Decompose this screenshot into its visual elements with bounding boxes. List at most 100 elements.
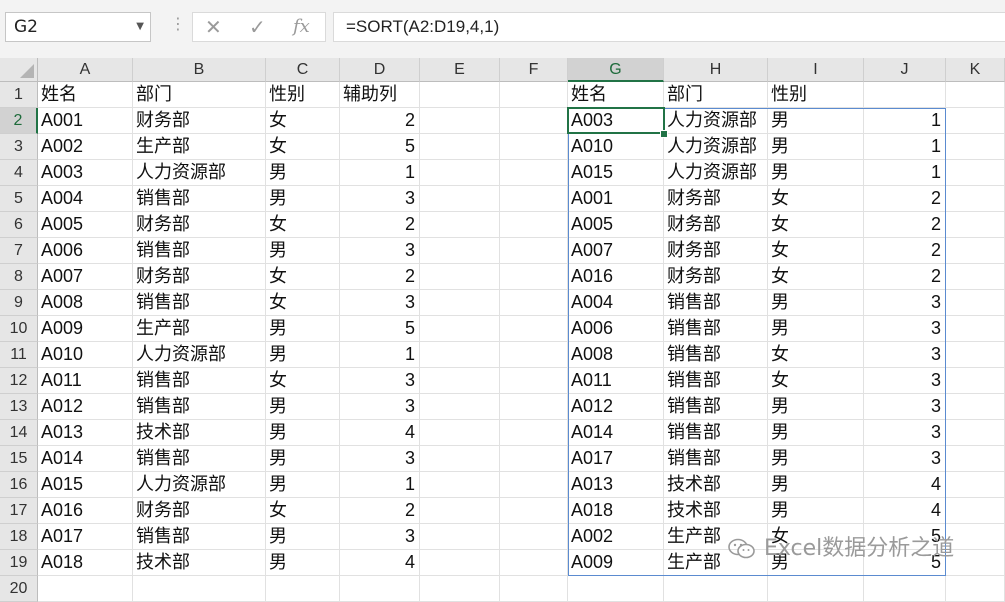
cell-c14[interactable]: 男	[266, 420, 340, 446]
cell-j11[interactable]: 3	[864, 342, 946, 368]
cell-f20[interactable]	[500, 576, 568, 602]
row-header-14[interactable]: 14	[0, 420, 38, 446]
cell-i8[interactable]: 女	[768, 264, 864, 290]
cell-d2[interactable]: 2	[340, 108, 420, 134]
cell-h3[interactable]: 人力资源部	[664, 134, 768, 160]
cell-g13[interactable]: A012	[568, 394, 664, 420]
cell-e2[interactable]	[420, 108, 500, 134]
cell-d3[interactable]: 5	[340, 134, 420, 160]
cell-g10[interactable]: A006	[568, 316, 664, 342]
cell-k8[interactable]	[946, 264, 1005, 290]
cell-h20[interactable]	[664, 576, 768, 602]
cell-a12[interactable]: A011	[38, 368, 133, 394]
cell-i17[interactable]: 男	[768, 498, 864, 524]
cell-f10[interactable]	[500, 316, 568, 342]
cell-i14[interactable]: 男	[768, 420, 864, 446]
cell-k16[interactable]	[946, 472, 1005, 498]
cell-g16[interactable]: A013	[568, 472, 664, 498]
chevron-down-icon[interactable]: ▼	[136, 13, 144, 41]
cell-k3[interactable]	[946, 134, 1005, 160]
cancel-icon[interactable]: ✕	[205, 15, 222, 39]
cell-e1[interactable]	[420, 82, 500, 108]
cell-i5[interactable]: 女	[768, 186, 864, 212]
cell-g17[interactable]: A018	[568, 498, 664, 524]
cell-j5[interactable]: 2	[864, 186, 946, 212]
cell-a2[interactable]: A001	[38, 108, 133, 134]
cell-e6[interactable]	[420, 212, 500, 238]
cell-a19[interactable]: A018	[38, 550, 133, 576]
cell-c12[interactable]: 女	[266, 368, 340, 394]
cell-d20[interactable]	[340, 576, 420, 602]
cell-f15[interactable]	[500, 446, 568, 472]
cell-f18[interactable]	[500, 524, 568, 550]
cell-k9[interactable]	[946, 290, 1005, 316]
column-header-f[interactable]: F	[500, 58, 568, 82]
cell-j7[interactable]: 2	[864, 238, 946, 264]
cell-h16[interactable]: 技术部	[664, 472, 768, 498]
cell-b11[interactable]: 人力资源部	[133, 342, 266, 368]
row-header-8[interactable]: 8	[0, 264, 38, 290]
cell-f5[interactable]	[500, 186, 568, 212]
cell-f3[interactable]	[500, 134, 568, 160]
cell-j8[interactable]: 2	[864, 264, 946, 290]
cell-c19[interactable]: 男	[266, 550, 340, 576]
cell-g8[interactable]: A016	[568, 264, 664, 290]
cell-a10[interactable]: A009	[38, 316, 133, 342]
cell-h6[interactable]: 财务部	[664, 212, 768, 238]
cell-a3[interactable]: A002	[38, 134, 133, 160]
cell-e3[interactable]	[420, 134, 500, 160]
cell-k18[interactable]	[946, 524, 1005, 550]
cell-j10[interactable]: 3	[864, 316, 946, 342]
cell-c8[interactable]: 女	[266, 264, 340, 290]
row-header-5[interactable]: 5	[0, 186, 38, 212]
cell-h2[interactable]: 人力资源部	[664, 108, 768, 134]
cell-b14[interactable]: 技术部	[133, 420, 266, 446]
cell-i2[interactable]: 男	[768, 108, 864, 134]
cell-d10[interactable]: 5	[340, 316, 420, 342]
cell-h12[interactable]: 销售部	[664, 368, 768, 394]
cell-i1[interactable]: 性别	[768, 82, 864, 108]
cell-g2[interactable]: A003	[568, 108, 664, 134]
cell-e4[interactable]	[420, 160, 500, 186]
cell-a7[interactable]: A006	[38, 238, 133, 264]
row-header-9[interactable]: 9	[0, 290, 38, 316]
cell-b13[interactable]: 销售部	[133, 394, 266, 420]
fill-handle[interactable]	[660, 130, 668, 138]
cell-d12[interactable]: 3	[340, 368, 420, 394]
row-header-13[interactable]: 13	[0, 394, 38, 420]
cell-j6[interactable]: 2	[864, 212, 946, 238]
cell-d18[interactable]: 3	[340, 524, 420, 550]
cell-k10[interactable]	[946, 316, 1005, 342]
cell-a18[interactable]: A017	[38, 524, 133, 550]
cell-d11[interactable]: 1	[340, 342, 420, 368]
cell-b20[interactable]	[133, 576, 266, 602]
cell-e8[interactable]	[420, 264, 500, 290]
cell-a16[interactable]: A015	[38, 472, 133, 498]
cell-a20[interactable]	[38, 576, 133, 602]
cell-j9[interactable]: 3	[864, 290, 946, 316]
function-icon[interactable]: fx	[293, 16, 310, 37]
cell-g4[interactable]: A015	[568, 160, 664, 186]
cell-b1[interactable]: 部门	[133, 82, 266, 108]
cell-a9[interactable]: A008	[38, 290, 133, 316]
cell-d1[interactable]: 辅助列	[340, 82, 420, 108]
cell-i3[interactable]: 男	[768, 134, 864, 160]
cell-b9[interactable]: 销售部	[133, 290, 266, 316]
cell-g12[interactable]: A011	[568, 368, 664, 394]
cell-b6[interactable]: 财务部	[133, 212, 266, 238]
cell-i20[interactable]	[768, 576, 864, 602]
cell-a1[interactable]: 姓名	[38, 82, 133, 108]
row-header-15[interactable]: 15	[0, 446, 38, 472]
cell-a17[interactable]: A016	[38, 498, 133, 524]
cell-f8[interactable]	[500, 264, 568, 290]
cell-j20[interactable]	[864, 576, 946, 602]
cell-d5[interactable]: 3	[340, 186, 420, 212]
cell-k6[interactable]	[946, 212, 1005, 238]
cell-j4[interactable]: 1	[864, 160, 946, 186]
cell-b17[interactable]: 财务部	[133, 498, 266, 524]
cell-g14[interactable]: A014	[568, 420, 664, 446]
name-box[interactable]: G2 ▼	[5, 12, 151, 42]
cell-e11[interactable]	[420, 342, 500, 368]
cell-j13[interactable]: 3	[864, 394, 946, 420]
cell-b16[interactable]: 人力资源部	[133, 472, 266, 498]
